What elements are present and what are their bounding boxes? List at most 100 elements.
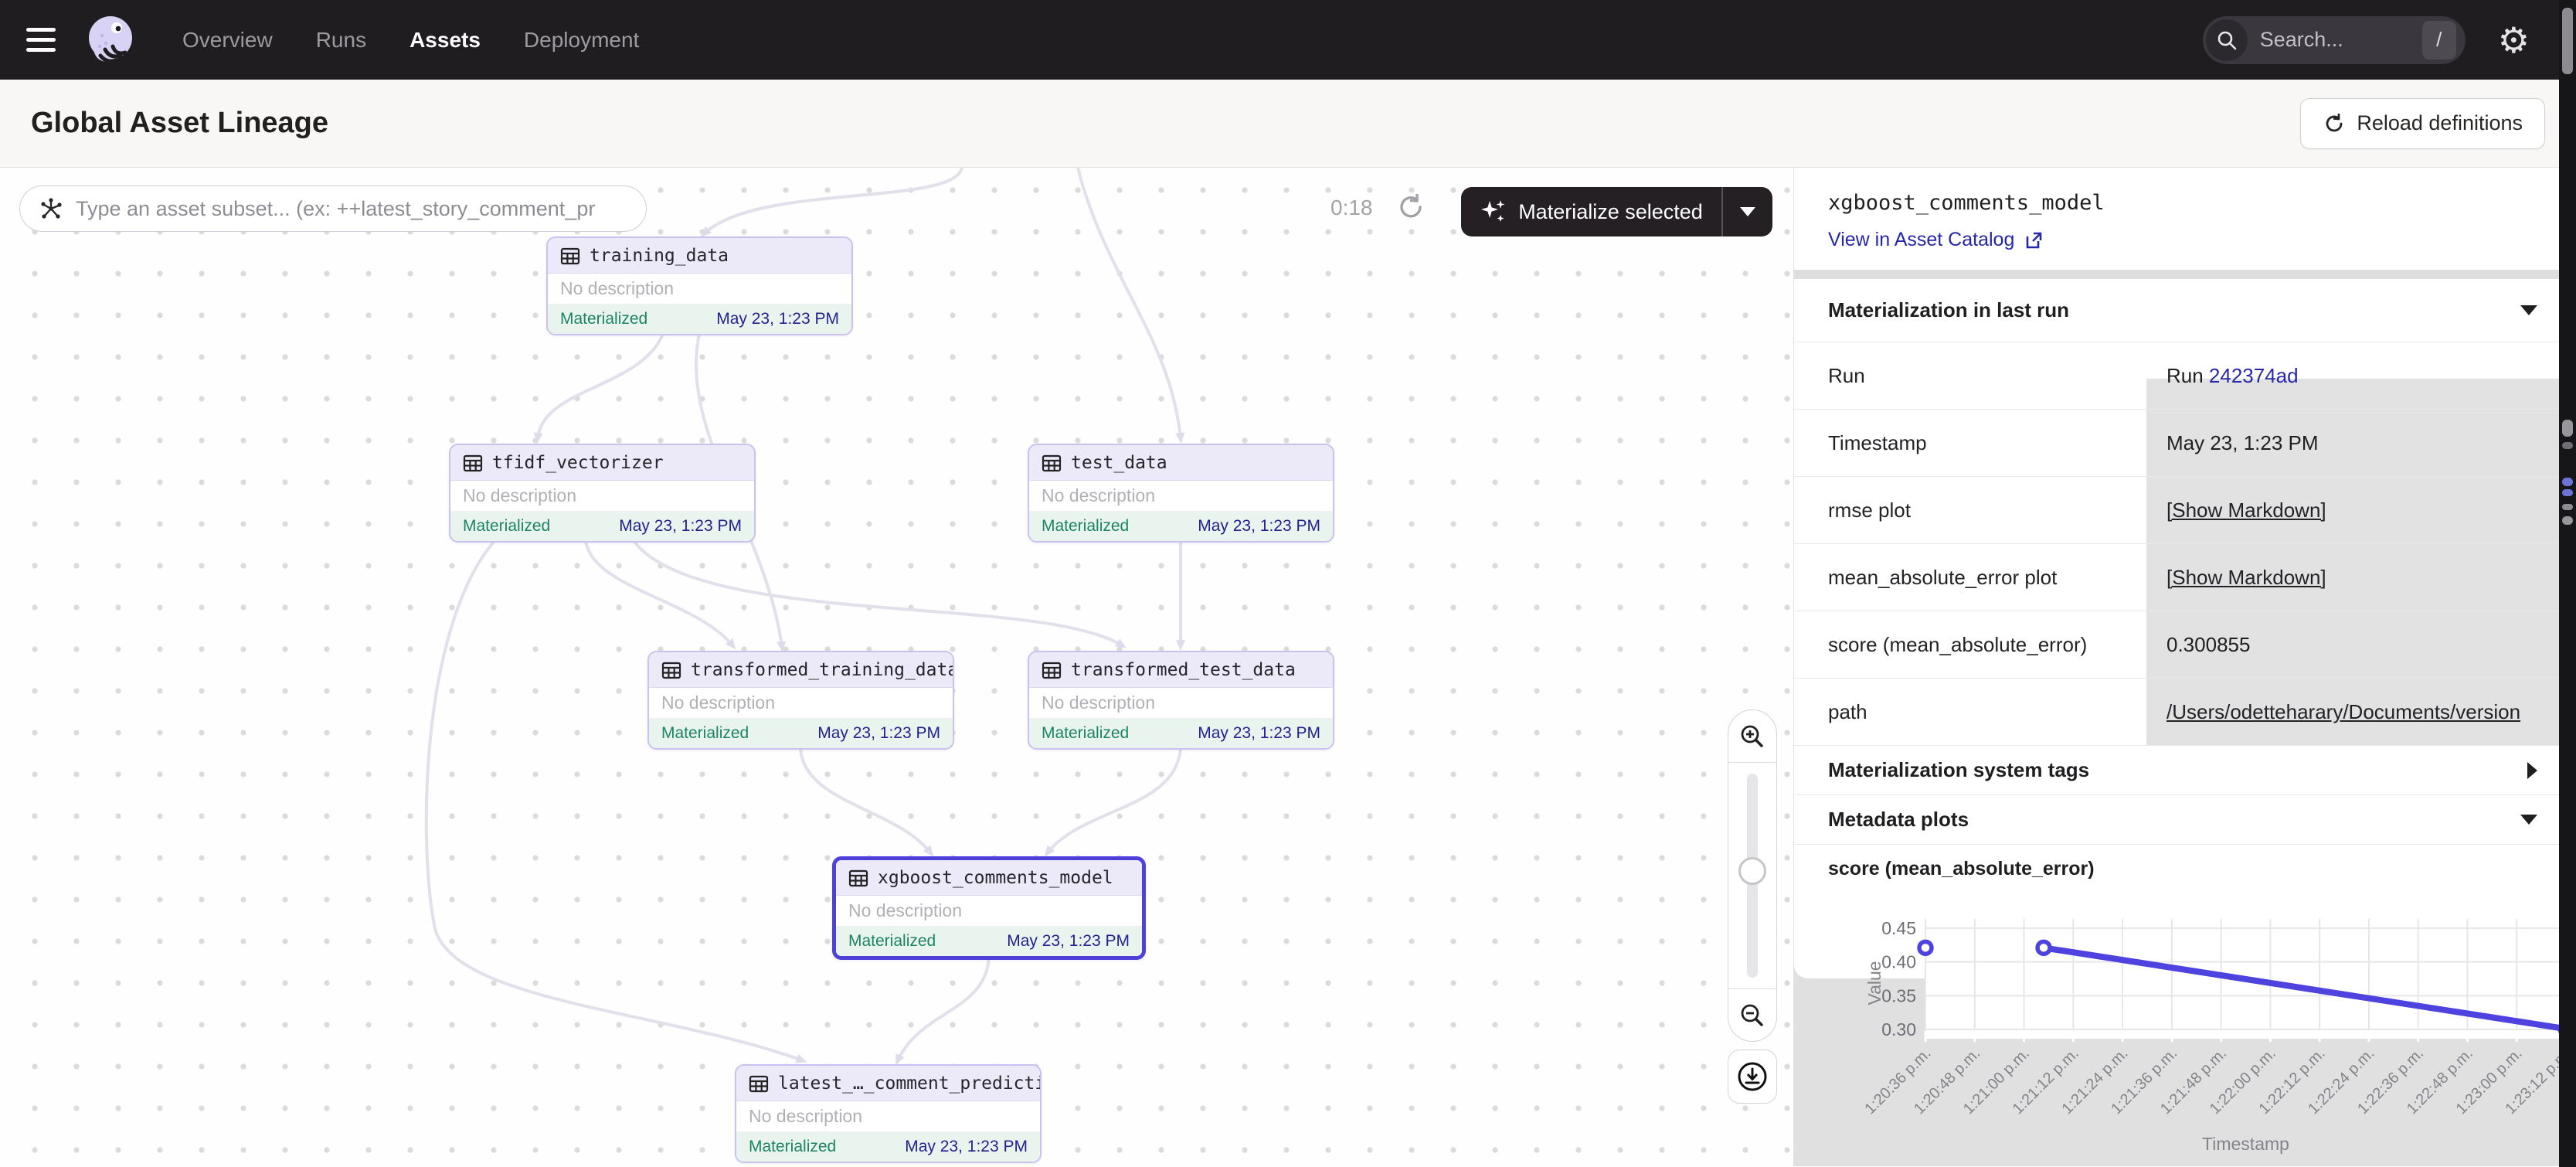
asset-node-footer: Materialized May 23, 1:23 PM	[450, 512, 754, 541]
metadata-value-link[interactable]: [Show Markdown]	[2166, 498, 2326, 522]
asset-node-description: No description	[548, 274, 851, 305]
materialized-status: Materialized	[560, 310, 647, 328]
zoom-slider[interactable]	[1728, 763, 1777, 988]
asset-node-description: No description	[736, 1101, 1040, 1132]
refresh-timer: 0:18	[1330, 196, 1373, 220]
materialized-status: Materialized	[1042, 517, 1129, 536]
metadata-value-link[interactable]: [Show Markdown]	[2166, 566, 2326, 590]
zoom-controls	[1728, 709, 1777, 1042]
asset-details-header: xgboost_comments_model View in Asset Cat…	[1794, 168, 2576, 270]
asset-node-training_data[interactable]: training_data No description Materialize…	[546, 236, 853, 335]
metadata-value-cell: 0.300855	[2146, 611, 2576, 678]
lineage-edge	[1078, 168, 1181, 438]
materialize-split-button: Materialize selected	[1461, 187, 1772, 236]
materialized-timestamp: May 23, 1:23 PM	[1007, 932, 1130, 951]
section-materialization-in-last-run[interactable]: Materialization in last run	[1794, 279, 2576, 342]
reload-definitions-button[interactable]: Reload definitions	[2300, 98, 2545, 149]
lineage-edge	[898, 957, 989, 1060]
asset-node-name: training_data	[590, 246, 729, 266]
materialized-timestamp: May 23, 1:23 PM	[1198, 517, 1320, 536]
run-value: Run 242374ad	[2166, 364, 2299, 388]
metadata-value-cell: /Users/odetteharary/Documents/version	[2146, 679, 2576, 745]
asset-lineage-graph[interactable]: Type an asset subset... (ex: ++latest_st…	[0, 168, 1794, 1167]
asset-subset-input[interactable]: Type an asset subset... (ex: ++latest_st…	[19, 185, 647, 232]
nav-item-assets[interactable]: Assets	[410, 28, 481, 53]
svg-text:Value: Value	[1864, 961, 1884, 1005]
asset-node-tfidf_vectorizer[interactable]: tfidf_vectorizer No description Material…	[449, 444, 756, 543]
nav-item-overview[interactable]: Overview	[182, 28, 273, 53]
section-label: Materialization in last run	[1828, 298, 2069, 322]
lineage-edge	[427, 541, 802, 1060]
sparkle-icon	[1480, 198, 1507, 226]
asset-node-test_data[interactable]: test_data No description Materialized Ma…	[1028, 444, 1334, 543]
nav-item-runs[interactable]: Runs	[316, 28, 366, 53]
asset-node-name: xgboost_comments_model	[878, 868, 1113, 888]
section-label: Metadata plots	[1828, 808, 1969, 832]
asset-selector-icon	[39, 196, 63, 221]
lineage-edge	[634, 541, 1122, 645]
svg-text:0.30: 0.30	[1881, 1019, 1916, 1039]
lineage-edge	[538, 334, 663, 438]
table-icon	[560, 246, 580, 266]
run-id-link[interactable]: 242374ad	[2209, 364, 2299, 387]
zoom-out-button[interactable]	[1728, 988, 1777, 1041]
metadata-value: May 23, 1:23 PM	[2166, 431, 2319, 455]
asset-node-footer: Materialized May 23, 1:23 PM	[548, 305, 851, 334]
materialized-timestamp: May 23, 1:23 PM	[619, 517, 742, 536]
zoom-in-button[interactable]	[1728, 710, 1777, 763]
materialized-status: Materialized	[848, 932, 936, 951]
asset-node-name: test_data	[1071, 453, 1167, 473]
asset-subset-placeholder: Type an asset subset... (ex: ++latest_st…	[76, 197, 595, 221]
asset-node-transformed_training_data[interactable]: transformed_training_data No description…	[647, 651, 954, 750]
expand-caret-icon	[2527, 762, 2537, 779]
graph-refresh-icon[interactable]	[1395, 191, 1427, 223]
global-search-input[interactable]: Search... /	[2203, 16, 2466, 64]
asset-node-name: transformed_training_data	[691, 660, 954, 680]
nav-item-deployment[interactable]: Deployment	[524, 28, 639, 53]
main-nav: Overview Runs Assets Deployment	[182, 28, 639, 53]
asset-details-panel: xgboost_comments_model View in Asset Cat…	[1794, 168, 2576, 1167]
external-link-icon	[2024, 230, 2044, 250]
lineage-edge	[705, 168, 962, 233]
svg-text:0.40: 0.40	[1881, 952, 1916, 972]
materialized-status: Materialized	[1042, 724, 1129, 743]
section-metadata-plots[interactable]: Metadata plots	[1794, 795, 2576, 845]
table-icon	[1042, 660, 1062, 680]
asset-node-header: latest_…_comment_predictions	[736, 1066, 1040, 1101]
reload-icon	[2323, 112, 2346, 135]
dagster-app: Overview Runs Assets Deployment Search... /…	[0, 0, 2576, 1167]
metadata-value-link[interactable]: /Users/odetteharary/Documents/version	[2166, 700, 2520, 724]
table-icon	[848, 868, 868, 888]
svg-text:0.35: 0.35	[1881, 985, 1916, 1005]
settings-gear-icon[interactable]: ⚙	[2498, 22, 2530, 58]
materialize-options-button[interactable]	[1723, 207, 1772, 216]
section-materialization-system-tags[interactable]: Materialization system tags	[1794, 746, 2576, 795]
asset-node-transformed_test_data[interactable]: transformed_test_data No description Mat…	[1028, 651, 1334, 750]
asset-node-xgboost_comments_model[interactable]: xgboost_comments_model No description Ma…	[832, 856, 1146, 960]
materialize-selected-button[interactable]: Materialize selected	[1461, 198, 1721, 226]
asset-node-footer: Materialized May 23, 1:23 PM	[836, 927, 1142, 956]
asset-node-latest_comment_predictions[interactable]: latest_…_comment_predictions No descript…	[735, 1064, 1042, 1163]
search-shortcut-badge: /	[2422, 21, 2456, 60]
metadata-label: path	[1794, 679, 2146, 745]
table-icon	[749, 1073, 769, 1094]
dagster-logo-icon[interactable]	[82, 12, 138, 68]
download-graph-button[interactable]	[1728, 1050, 1777, 1104]
metadata-value-cell: Run 242374ad	[2146, 342, 2576, 409]
score-chart: 0.450.400.350.301:20:36 p.m.1:20:48 p.m.…	[1794, 893, 2576, 1166]
materialized-timestamp: May 23, 1:23 PM	[905, 1138, 1028, 1156]
metadata-label: mean_absolute_error plot	[1794, 544, 2146, 611]
asset-node-header: xgboost_comments_model	[836, 860, 1142, 896]
view-in-asset-catalog-link[interactable]: View in Asset Catalog	[1828, 229, 2044, 251]
metadata-row-rmse-plot: rmse plot [Show Markdown]	[1794, 477, 2576, 544]
asset-node-name: latest_…_comment_predictions	[778, 1073, 1042, 1094]
caret-down-icon	[1740, 207, 1755, 216]
hamburger-menu-icon[interactable]	[26, 28, 62, 52]
materialized-timestamp: May 23, 1:23 PM	[1198, 724, 1320, 743]
asset-node-description: No description	[836, 896, 1142, 927]
table-icon	[1042, 453, 1062, 473]
metadata-row-run: Run Run 242374ad	[1794, 342, 2576, 410]
collapse-caret-icon	[2520, 305, 2537, 315]
asset-name: xgboost_comments_model	[1828, 191, 2576, 215]
zoom-slider-handle[interactable]	[1738, 857, 1766, 885]
